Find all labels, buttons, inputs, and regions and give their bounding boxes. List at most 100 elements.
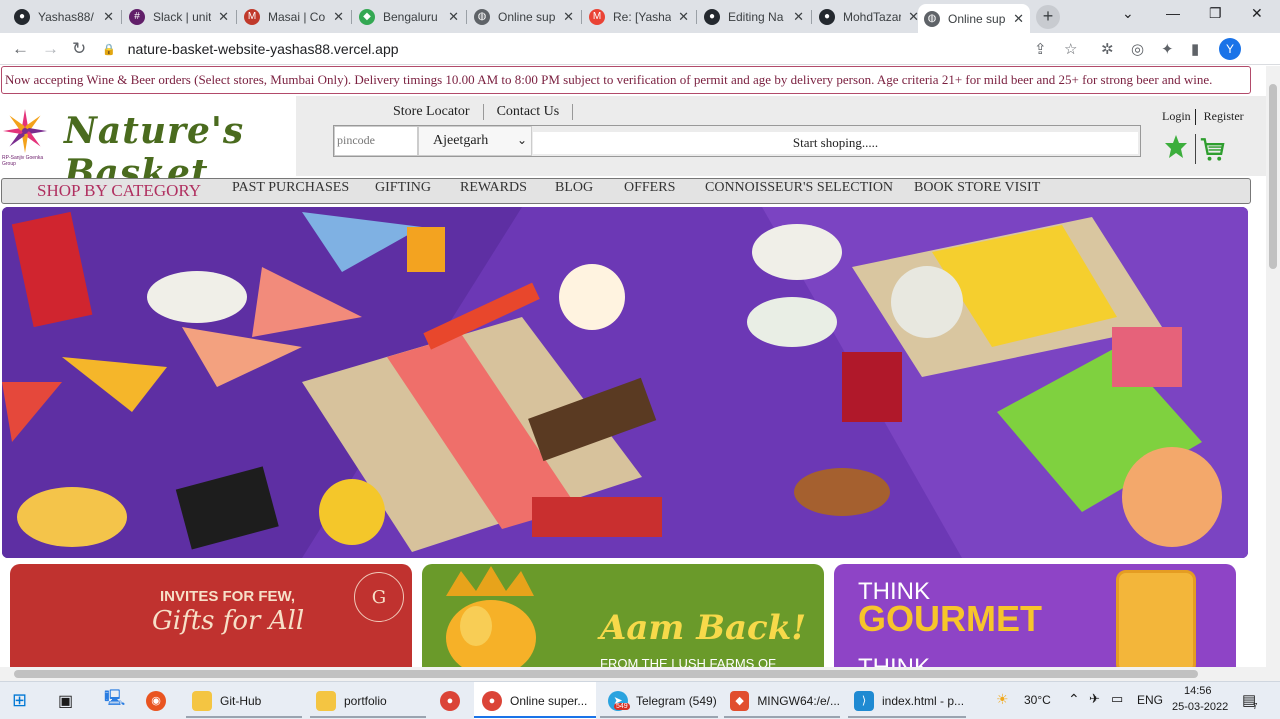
minimize-button[interactable]: —: [1166, 5, 1180, 21]
announcement-banner: Now accepting Wine & Beer orders (Select…: [1, 66, 1251, 94]
browser-tab[interactable]: ● MohdTazar ✕: [813, 4, 925, 29]
globe-icon: ◍: [474, 8, 490, 25]
nav-gifting[interactable]: GIFTING: [375, 180, 431, 196]
login-link[interactable]: Login: [1162, 109, 1195, 125]
promo-gifts-line1: INVITES FOR FEW,: [160, 588, 296, 605]
nav-rewards[interactable]: REWARDS: [460, 180, 527, 196]
cart-icon[interactable]: [1195, 134, 1225, 164]
close-tab-icon[interactable]: ✕: [103, 9, 114, 25]
clock-date[interactable]: 25-03-2022: [1172, 701, 1228, 713]
chevron-up-icon[interactable]: ⌃: [1068, 691, 1080, 708]
city-select-value: Ajeetgarh: [433, 133, 489, 148]
telegram-icon: ➤ 549: [608, 690, 630, 711]
back-arrow-icon[interactable]: ←: [12, 39, 29, 59]
language-indicator[interactable]: ENG: [1137, 693, 1163, 707]
horizontal-scrollbar[interactable]: [0, 667, 1280, 681]
extension-icon[interactable]: ◎: [1131, 40, 1144, 58]
close-window-button[interactable]: ✕: [1251, 5, 1263, 22]
telegram-badge: 549: [614, 702, 630, 710]
vscode-icon: ⟩: [854, 690, 874, 711]
close-tab-icon[interactable]: ✕: [678, 9, 689, 25]
task-view-icon[interactable]: ▣: [58, 682, 73, 719]
chrome-icon: ●: [440, 690, 460, 711]
nav-book-store-visit[interactable]: BOOK STORE VISIT: [914, 180, 1040, 196]
browser-tab-strip: ● Yashas88/ ✕ # Slack | unit ✕ M Masai |…: [0, 0, 1280, 33]
folder-icon: [316, 690, 336, 711]
close-tab-icon[interactable]: ✕: [333, 9, 344, 25]
pincode-input[interactable]: pincode: [334, 126, 418, 156]
gmail-icon: M: [589, 8, 605, 25]
hero-banner[interactable]: [2, 207, 1248, 558]
browser-tab[interactable]: ◍ Online sup ✕: [468, 4, 580, 29]
promo-card-gourmet[interactable]: THINK GOURMET THINK: [834, 564, 1236, 667]
register-link[interactable]: Register: [1204, 109, 1248, 125]
weather-icon[interactable]: ☀: [996, 691, 1009, 708]
pc-icon[interactable]: 🖳: [104, 682, 125, 719]
logo-tagline: RP-Sanjiv Goenka Group: [2, 155, 44, 167]
nav-connoisseurs-selection[interactable]: CONNOISSEUR'S SELECTION: [705, 180, 893, 196]
browser-tab[interactable]: ◆ Bengaluru ✕: [353, 4, 465, 29]
github-icon: ●: [14, 8, 30, 25]
page-viewport: Now accepting Wine & Beer orders (Select…: [0, 66, 1266, 667]
clock-time[interactable]: 14:56: [1184, 685, 1212, 697]
browser-tab[interactable]: # Slack | unit ✕: [123, 4, 235, 29]
close-tab-icon[interactable]: ✕: [218, 9, 229, 25]
store-locator-link[interactable]: Store Locator: [380, 104, 484, 120]
close-tab-icon[interactable]: ✕: [448, 9, 459, 25]
windows-start-icon[interactable]: ⊞: [12, 682, 27, 719]
ubuntu-icon[interactable]: ◉: [146, 682, 174, 719]
taskbar-item-git-hub[interactable]: Git-Hub: [186, 682, 302, 719]
url-text: nature-basket-website-yashas88.vercel.ap…: [127, 41, 399, 57]
city-select[interactable]: Ajeetgarh ⌄: [418, 126, 532, 156]
nav-offers[interactable]: OFFERS: [624, 180, 675, 196]
product-search-input[interactable]: Start shoping.....: [533, 132, 1138, 154]
nav-blog[interactable]: BLOG: [555, 180, 593, 196]
taskbar-item-vscode[interactable]: ⟩ index.html - p...: [848, 682, 966, 719]
wishlist-star-icon[interactable]: [1164, 134, 1188, 160]
taskbar-item-portfolio[interactable]: portfolio: [310, 682, 426, 719]
contact-us-link[interactable]: Contact Us: [484, 104, 574, 120]
mango-crown-icon: [446, 566, 536, 667]
maps-icon: ◆: [359, 8, 375, 25]
lock-icon[interactable]: 🔒: [102, 43, 116, 56]
promo-mango-title: Aam Back!: [600, 608, 807, 648]
weather-temp[interactable]: 30°C: [1024, 693, 1051, 707]
share-icon[interactable]: ⇪: [1034, 40, 1047, 58]
address-bar[interactable]: 🔒 nature-basket-website-yashas88.vercel.…: [102, 37, 1092, 61]
nav-past-purchases[interactable]: PAST PURCHASES: [232, 180, 349, 196]
promo-gourmet-line2: GOURMET: [858, 598, 1042, 639]
forward-arrow-icon[interactable]: →: [42, 39, 59, 59]
bookmark-star-icon[interactable]: ☆: [1064, 40, 1077, 58]
vertical-scrollbar[interactable]: [1266, 66, 1280, 667]
profile-avatar[interactable]: Y: [1219, 38, 1241, 60]
battery-icon[interactable]: ▭: [1111, 691, 1123, 707]
extension-icon[interactable]: ✲: [1101, 40, 1114, 58]
network-icon[interactable]: ✈: [1089, 691, 1100, 707]
browser-tab[interactable]: ● Editing Na ✕: [698, 4, 810, 29]
notification-count: 7: [1253, 702, 1258, 711]
close-tab-icon[interactable]: ✕: [1013, 11, 1024, 27]
tab-search-icon[interactable]: ⌄: [1122, 5, 1134, 22]
promo-card-mango[interactable]: Aam Back! FROM THE LUSH FARMS OF: [422, 564, 824, 667]
taskbar-item-online-super[interactable]: ● Online super...: [474, 682, 596, 719]
side-panel-icon[interactable]: ▮: [1191, 40, 1199, 58]
shop-by-category-menu[interactable]: SHOP BY CATEGORY: [37, 181, 201, 201]
git-bash-icon: ◆: [730, 690, 750, 711]
taskbar-item-mingw64[interactable]: ◆ MINGW64:/e/...: [724, 682, 840, 719]
browser-tab-active[interactable]: ◍ Online sup ✕: [918, 4, 1030, 33]
browser-tab[interactable]: ● Yashas88/ ✕: [8, 4, 120, 29]
close-tab-icon[interactable]: ✕: [563, 9, 574, 25]
promo-card-gifts[interactable]: INVITES FOR FEW, Gifts for All G: [10, 564, 412, 667]
puzzle-extensions-icon[interactable]: ✦: [1161, 40, 1174, 58]
reload-icon[interactable]: ↻: [72, 39, 86, 59]
browser-tab[interactable]: M Re: [Yasha ✕: [583, 4, 695, 29]
taskbar-item-chrome[interactable]: ●: [440, 682, 468, 719]
new-tab-button[interactable]: +: [1036, 5, 1060, 29]
browser-tab[interactable]: M Masai | Co ✕: [238, 4, 350, 29]
close-tab-icon[interactable]: ✕: [793, 9, 804, 25]
folder-icon: [192, 690, 212, 711]
phone-app-image: [1116, 570, 1196, 667]
site-logo[interactable]: RP-Sanjiv Goenka Group Nature's Basket: [0, 96, 296, 194]
maximize-button[interactable]: ❐: [1209, 5, 1222, 22]
taskbar-item-telegram[interactable]: ➤ 549 Telegram (549): [600, 682, 718, 719]
